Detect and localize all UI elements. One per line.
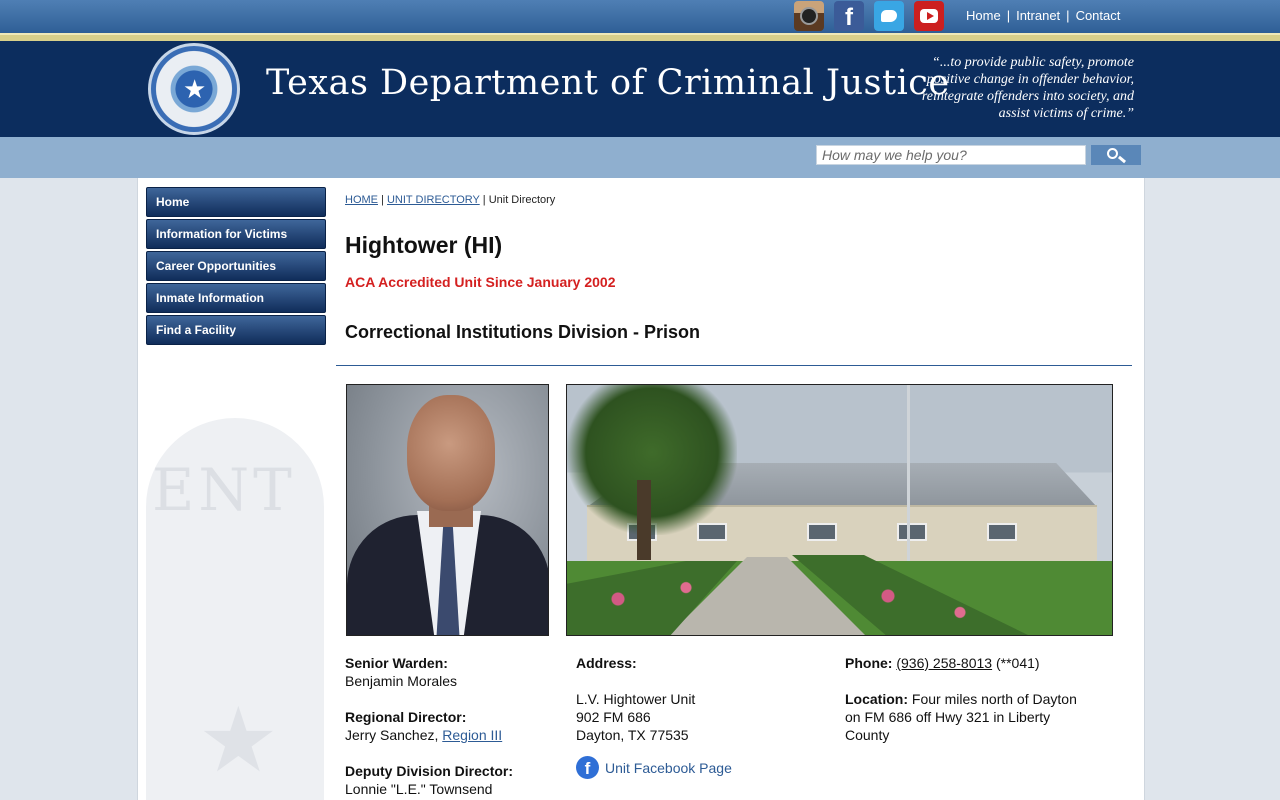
unit-address: Address: L.V. Hightower Unit 902 FM 686 … — [576, 654, 816, 779]
region-link[interactable]: Region III — [442, 727, 502, 743]
top-link-contact[interactable]: Contact — [1076, 8, 1121, 23]
phone-link[interactable]: (936) 258-8013 — [896, 655, 992, 671]
division-heading: Correctional Institutions Division - Pri… — [345, 322, 701, 342]
facebook-icon[interactable]: f — [576, 756, 599, 779]
nav-career-opportunities[interactable]: Career Opportunities — [146, 251, 326, 281]
facility-window — [807, 523, 837, 541]
site-header: ★ Texas Department of Criminal Justice “… — [0, 41, 1280, 137]
phone-label: Phone: — [845, 655, 893, 671]
address-line3: Dayton, TX 77535 — [576, 727, 689, 743]
location-label: Location: — [845, 691, 908, 707]
top-link-intranet[interactable]: Intranet — [1016, 8, 1060, 23]
breadcrumb-unit-directory[interactable]: UNIT DIRECTORY — [387, 194, 480, 206]
tree — [567, 385, 737, 535]
accreditation-note: ACA Accredited Unit Since January 2002 — [345, 274, 616, 290]
instagram-icon[interactable] — [794, 1, 824, 31]
facility-window — [897, 523, 927, 541]
warden-photo — [346, 384, 549, 636]
unit-facebook-link[interactable]: Unit Facebook Page — [605, 759, 732, 777]
nav-find-a-facility[interactable]: Find a Facility — [146, 315, 326, 345]
regional-director-label: Regional Director: — [345, 709, 467, 725]
page-body: ENT ★ Home Information for Victims Caree… — [137, 178, 1145, 800]
search-bar — [0, 137, 1280, 178]
breadcrumb-home[interactable]: HOME — [345, 194, 378, 206]
top-bar: f Home | Intranet | Contact — [0, 0, 1280, 33]
unit-contacts: Senior Warden: Benjamin Morales Regional… — [345, 654, 555, 798]
youtube-icon[interactable] — [914, 1, 944, 31]
watermark-lettering: ENT — [152, 456, 296, 524]
flagpole — [907, 385, 910, 565]
nav-inmate-information[interactable]: Inmate Information — [146, 283, 326, 313]
twitter-icon[interactable] — [874, 1, 904, 31]
top-link-home[interactable]: Home — [966, 8, 1001, 23]
senior-warden-name: Benjamin Morales — [345, 673, 458, 689]
section-divider — [336, 365, 1132, 366]
breadcrumb-current: Unit Directory — [488, 194, 556, 206]
watermark-star-icon: ★ — [198, 691, 279, 791]
search-icon — [1107, 148, 1118, 159]
unit-facebook-row[interactable]: f Unit Facebook Page — [576, 756, 816, 779]
address-line2: 902 FM 686 — [576, 709, 651, 725]
page-title: Hightower (HI) — [345, 232, 503, 258]
nav-home[interactable]: Home — [146, 187, 326, 217]
search-input[interactable] — [816, 145, 1086, 165]
facility-window — [987, 523, 1017, 541]
site-title[interactable]: Texas Department of Criminal Justice — [266, 63, 950, 103]
address-label: Address: — [576, 655, 637, 671]
tdcj-seal-logo[interactable]: ★ — [148, 43, 240, 135]
sidebar-nav: Home Information for Victims Career Oppo… — [146, 187, 326, 347]
facebook-icon[interactable]: f — [834, 1, 864, 31]
star-icon: ★ — [183, 74, 207, 104]
search-button[interactable] — [1091, 145, 1141, 165]
portrait-head — [407, 395, 495, 511]
top-links: Home | Intranet | Contact — [966, 8, 1121, 23]
unit-facility-photo — [566, 384, 1113, 636]
mission-statement: “...to provide public safety, promote po… — [921, 55, 1134, 121]
address-line1: L.V. Hightower Unit — [576, 691, 696, 707]
seal-watermark: ENT ★ — [146, 418, 324, 800]
phone-extension: (**041) — [995, 655, 1040, 671]
breadcrumb: HOME | UNIT DIRECTORY | Unit Directory — [345, 194, 556, 206]
senior-warden-label: Senior Warden: — [345, 655, 448, 671]
regional-director-name: Jerry Sanchez, — [345, 727, 439, 743]
tree-trunk — [637, 480, 651, 560]
deputy-director-label: Deputy Division Director: — [345, 763, 514, 779]
gold-divider — [0, 33, 1280, 41]
deputy-director-name: Lonnie "L.E." Townsend — [345, 781, 493, 797]
main-content: HOME | UNIT DIRECTORY | Unit Directory H… — [336, 178, 1136, 800]
nav-information-for-victims[interactable]: Information for Victims — [146, 219, 326, 249]
unit-phone-location: Phone: (936) 258-8013 (**041) Location: … — [845, 654, 1095, 744]
